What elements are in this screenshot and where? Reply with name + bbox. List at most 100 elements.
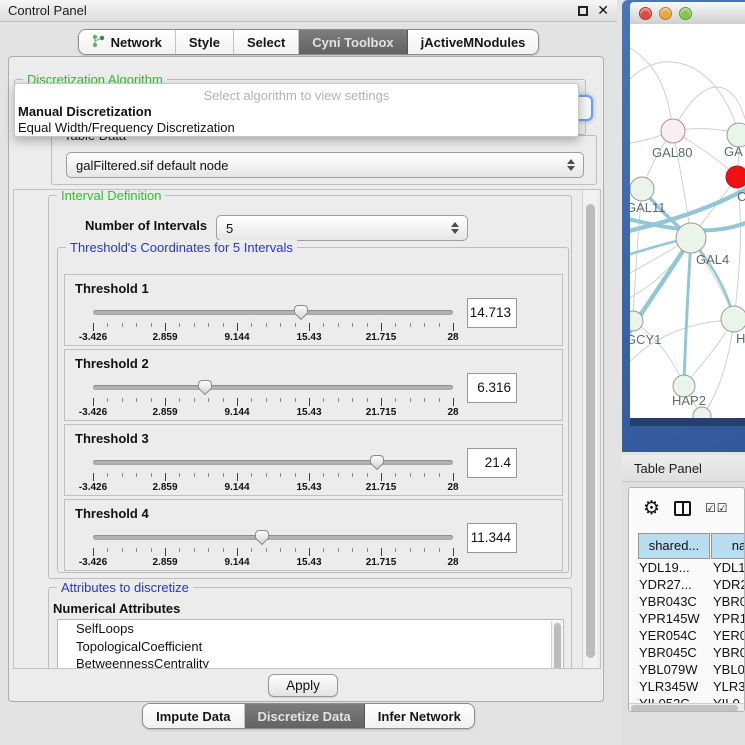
threshold-value-field[interactable]: 11.344: [467, 523, 517, 553]
tab-network[interactable]: Network: [79, 30, 175, 54]
dropdown-option-equal-width-frequency[interactable]: Equal Width/Frequency Discretization: [18, 120, 235, 135]
threshold-label: Threshold 3: [75, 431, 149, 446]
tab-label: Discretize Data: [258, 709, 351, 724]
table-row[interactable]: YBR045C YBR0: [629, 644, 744, 661]
cell-name[interactable]: YBL0: [713, 661, 744, 678]
cell-name[interactable]: YER0: [713, 627, 744, 644]
dropdown-hint-item: Select algorithm to view settings: [15, 88, 578, 103]
cell-shared-name[interactable]: YDR27...: [639, 576, 692, 593]
tab-infer-network[interactable]: Infer Network: [364, 704, 474, 728]
select-columns-checkbox-icons[interactable]: ☑☑: [705, 501, 729, 515]
dropdown-option-manual-discretization[interactable]: Manual Discretization: [18, 104, 152, 119]
node-label-hap2: HAP2: [672, 393, 706, 408]
bottom-tab-bar: Impute Data Discretize Data Infer Network: [142, 703, 475, 729]
network-icon: [92, 34, 105, 51]
attributes-list-scrollbar[interactable]: [551, 621, 562, 669]
gear-icon[interactable]: ⚙: [643, 499, 660, 518]
cell-shared-name[interactable]: YPR145W: [639, 610, 700, 627]
column-header-shared-name[interactable]: shared...: [638, 533, 710, 559]
tab-discretize-data[interactable]: Discretize Data: [244, 704, 364, 728]
table-row[interactable]: YDR27... YDR2: [629, 576, 744, 593]
tab-style[interactable]: Style: [175, 30, 233, 54]
node-pink[interactable]: [661, 119, 685, 143]
slider-tick-labels: -3.4262.8599.14415.4321.71528: [93, 482, 453, 494]
node-highlighted-red[interactable]: [726, 166, 745, 188]
tab-select[interactable]: Select: [233, 30, 298, 54]
cell-name[interactable]: YDL1: [713, 559, 744, 576]
slider-track[interactable]: [93, 310, 453, 315]
slider-handle[interactable]: [368, 453, 386, 471]
slider-handle[interactable]: [196, 378, 214, 396]
cell-shared-name[interactable]: YLR345W: [639, 678, 698, 695]
attribute-item-selfloops[interactable]: SelfLoops: [58, 620, 563, 638]
table-row[interactable]: YIL052C YIL0: [629, 695, 744, 703]
tab-jactivemnodules[interactable]: jActiveMNodules: [407, 30, 539, 54]
slider-track[interactable]: [93, 535, 453, 540]
node-gal4[interactable]: [676, 223, 706, 253]
table-row[interactable]: YPR145W YPR1: [629, 610, 744, 627]
table-panel: Table Panel ⚙ ☑☑ shared... na YDL19...YD…: [622, 455, 745, 745]
cell-shared-name[interactable]: YDL19...: [639, 559, 690, 576]
minimize-traffic-light-button[interactable]: [659, 7, 672, 20]
attribute-item-topologicalcoefficient[interactable]: TopologicalCoefficient: [58, 638, 563, 656]
table-row[interactable]: YER054C YER0: [629, 627, 744, 644]
cell-name[interactable]: YIL0: [713, 695, 740, 703]
slider-track[interactable]: [93, 385, 453, 390]
tab-label: jActiveMNodules: [421, 35, 526, 50]
column-header-name[interactable]: na: [711, 533, 745, 559]
table-row[interactable]: YBR043C YBR0: [629, 593, 744, 610]
attribute-item-betweennesscentrality[interactable]: BetweennessCentrality: [58, 655, 563, 669]
cell-name[interactable]: YPR1: [713, 610, 744, 627]
network-canvas[interactable]: GAL80 GA C GAL11 GAL4 GCY1 H HAP2: [630, 24, 745, 418]
threshold-value-field[interactable]: 6.316: [467, 373, 517, 403]
table-row[interactable]: YBL079W YBL0: [629, 661, 744, 678]
cell-name[interactable]: YBR0: [713, 593, 744, 610]
slider-track[interactable]: [93, 460, 453, 465]
threshold-value-field[interactable]: 21.4: [467, 448, 517, 478]
cell-shared-name[interactable]: YER054C: [639, 627, 697, 644]
cell-shared-name[interactable]: YBR043C: [639, 593, 697, 610]
numerical-attributes-list: SelfLoopsTopologicalCoefficientBetweenne…: [57, 619, 564, 669]
cell-name[interactable]: YLR3: [713, 678, 744, 695]
threshold-value-field[interactable]: 14.713: [467, 298, 517, 328]
tab-impute-data[interactable]: Impute Data: [143, 704, 243, 728]
threshold-slider[interactable]: [93, 302, 453, 322]
node-label-gcy1: GCY1: [630, 332, 661, 347]
threshold-slider[interactable]: [93, 377, 453, 397]
node-right-h[interactable]: [721, 306, 745, 332]
table-data-group: Table Data galFiltered.sif default node: [51, 135, 597, 185]
apply-button[interactable]: Apply: [268, 674, 338, 697]
close-icon[interactable]: ✕: [597, 3, 609, 19]
cell-name[interactable]: YBR0: [713, 644, 744, 661]
top-tab-bar: Network Style Select Cyni Toolbox jActiveMNo…: [78, 29, 540, 55]
split-columns-icon[interactable]: [674, 501, 691, 516]
tab-label: Select: [247, 35, 285, 50]
zoom-traffic-light-button[interactable]: [679, 7, 692, 20]
cell-shared-name[interactable]: YBR045C: [639, 644, 697, 661]
node-bottom-clipped[interactable]: [693, 407, 711, 418]
node-gal11[interactable]: [630, 177, 654, 201]
float-window-icon[interactable]: [578, 6, 588, 16]
settings-scrollbar-thumb[interactable]: [586, 204, 595, 658]
tab-cyni-toolbox[interactable]: Cyni Toolbox: [298, 30, 406, 54]
table-row[interactable]: YLR345W YLR3: [629, 678, 744, 695]
threshold-label: Threshold 1: [75, 281, 149, 296]
close-traffic-light-button[interactable]: [639, 7, 652, 20]
settings-scrollbar[interactable]: [582, 190, 597, 668]
tab-label: Style: [189, 35, 220, 50]
number-of-intervals-label: Number of Intervals: [85, 218, 207, 233]
attributes-scrollbar-thumb[interactable]: [554, 623, 561, 669]
cell-name[interactable]: YDR2: [713, 576, 744, 593]
cell-shared-name[interactable]: YIL052C: [639, 695, 690, 703]
number-of-intervals-combobox[interactable]: 5: [216, 215, 468, 241]
slider-handle[interactable]: [253, 528, 271, 546]
cell-shared-name[interactable]: YBL079W: [639, 661, 698, 678]
table-row[interactable]: YDL19... YDL1: [629, 559, 744, 576]
table-hscrollbar-thumb[interactable]: [631, 705, 738, 712]
table-data-combobox[interactable]: galFiltered.sif default node: [66, 152, 584, 178]
threshold-slider[interactable]: [93, 452, 453, 472]
threshold-slider[interactable]: [93, 527, 453, 547]
table-horizontal-scrollbar[interactable]: [629, 703, 744, 712]
tab-label: Impute Data: [156, 709, 230, 724]
slider-handle[interactable]: [292, 303, 310, 321]
